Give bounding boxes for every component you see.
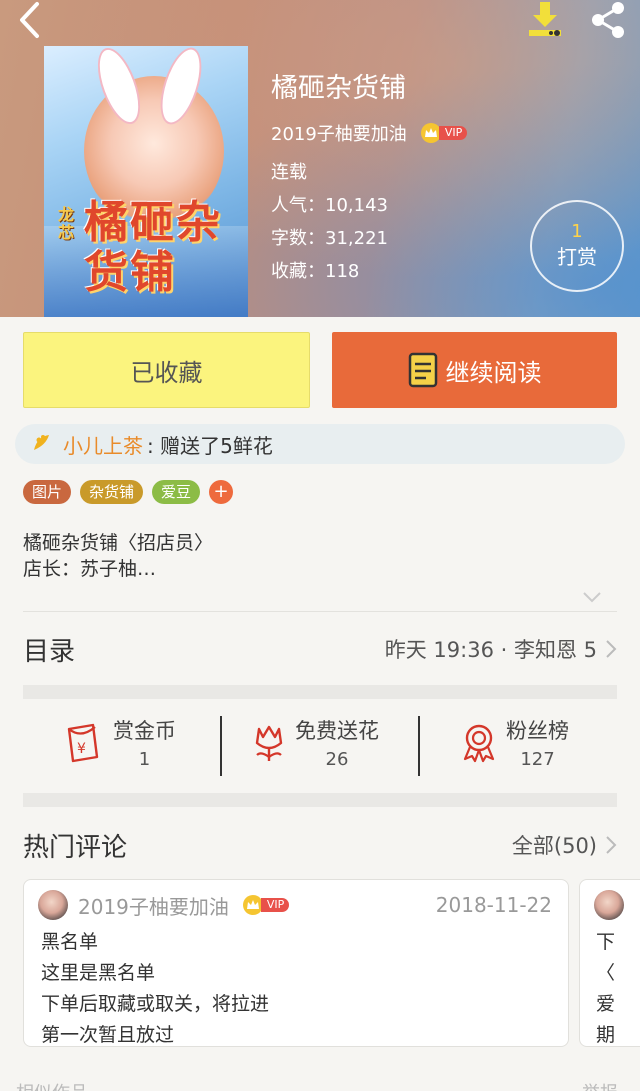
all-comments-label: 全部(50) <box>511 834 597 858</box>
coin-reward-stat[interactable]: ¥ 赏金币 1 <box>63 712 176 778</box>
book-cover[interactable]: 龙芯 橘砸杂货铺 <box>44 46 248 317</box>
gift-message: : 赠送了5鲜花 <box>147 433 273 458</box>
book-title: 橘砸杂货铺 <box>271 73 406 104</box>
stat-separator <box>418 716 420 776</box>
description-line: 店长：苏子柚… <box>23 558 157 580</box>
stat-separator <box>220 716 222 776</box>
tag-list: 图片 杂货铺 爱豆 + <box>23 480 234 504</box>
crown-icon <box>242 895 263 915</box>
download-icon <box>525 0 565 44</box>
stat-value: 26 <box>325 749 349 770</box>
comment-line: 期 <box>596 1024 616 1046</box>
gift-icon <box>31 431 53 458</box>
continue-reading-label: 继续阅读 <box>445 358 542 387</box>
all-comments-link[interactable]: 全部(50) <box>512 830 617 860</box>
book-info: 橘砸杂货铺 2019子柚要加油 VIP 连载 人气：10,143 字数：31,2… <box>271 70 468 288</box>
author-name[interactable]: 2019子柚要加油 <box>271 120 407 146</box>
share-icon <box>588 0 628 44</box>
gift-giver[interactable]: 小儿上茶 <box>63 430 143 459</box>
hot-comments-title: 热门评论 <box>23 832 128 863</box>
comment-line: 爱 <box>596 993 616 1015</box>
continue-reading-button[interactable]: 继续阅读 <box>332 332 617 408</box>
latest-chapter: 昨天 19:36 · 李知恩 5 <box>385 634 617 664</box>
chevron-right-icon <box>605 835 617 855</box>
comment-body: 黑名单 这里是黑名单 下单后取藏或取关，将拉进 第一次暂且放过 <box>41 927 270 1046</box>
tag-item[interactable]: 爱豆 <box>152 480 201 504</box>
comment-line: 下单后取藏或取关，将拉进 <box>41 993 270 1015</box>
author-row[interactable]: 2019子柚要加油 VIP <box>271 120 468 146</box>
catalog-title: 目录 <box>23 636 76 667</box>
chevron-right-icon <box>605 639 617 659</box>
action-buttons: 已收藏 继续阅读 <box>23 332 617 408</box>
avatar[interactable] <box>38 890 68 920</box>
vip-label: VIP <box>260 898 290 912</box>
collect-button[interactable]: 已收藏 <box>23 332 310 408</box>
download-button[interactable] <box>522 0 568 44</box>
comment-card[interactable]: 2019子柚要加油 VIP 2018-11-22 黑名单 这里是黑名单 下单后取… <box>23 879 569 1047</box>
divider <box>23 611 617 612</box>
comment-username[interactable]: 2019子柚要加油 <box>78 891 229 920</box>
stat-value: 1 <box>138 749 151 770</box>
description-line: 橘砸杂货铺〈招店员〉 <box>23 532 214 554</box>
book-icon <box>408 352 438 388</box>
book-favorites: 收藏：118 <box>271 261 360 282</box>
section-separator <box>23 685 617 699</box>
comment-header <box>594 890 624 920</box>
comment-body: 下 〈 爱 期 <box>596 927 616 1046</box>
tag-item[interactable]: 杂货铺 <box>80 480 144 504</box>
vip-badge: VIP <box>420 123 468 143</box>
comment-line: 这里是黑名单 <box>41 962 156 984</box>
comment-line: 黑名单 <box>41 931 99 953</box>
cover-tag: 龙芯 <box>58 205 75 242</box>
stat-value: 127 <box>520 749 555 770</box>
share-button[interactable] <box>584 0 632 44</box>
vip-label: VIP <box>438 126 468 140</box>
flower-icon <box>251 723 287 767</box>
cover-title-art: 橘砸杂货铺 <box>84 197 222 298</box>
report-link[interactable]: 举报 <box>582 1079 618 1091</box>
medal-icon <box>460 723 498 767</box>
add-tag-button[interactable]: + <box>209 480 234 504</box>
avatar[interactable] <box>594 890 624 920</box>
stat-name: 粉丝榜 <box>506 719 569 743</box>
comment-card[interactable]: 下 〈 爱 期 <box>579 879 640 1047</box>
tag-item[interactable]: 图片 <box>23 480 72 504</box>
fan-rank-stat[interactable]: 粉丝榜 127 <box>460 712 569 778</box>
send-flower-stat[interactable]: 免费送花 26 <box>251 712 379 778</box>
book-popularity: 人气：10,143 <box>271 195 388 216</box>
comment-line: 第一次暂且放过 <box>41 1024 175 1046</box>
comment-date: 2018-11-22 <box>435 893 552 917</box>
gift-notice[interactable]: 小儿上茶 : 赠送了5鲜花 <box>15 424 625 464</box>
comment-line: 下 <box>596 931 616 953</box>
book-description[interactable]: 橘砸杂货铺〈招店员〉 店长：苏子柚… <box>23 530 213 582</box>
back-button[interactable] <box>10 2 50 42</box>
comment-line: 〈 <box>596 962 616 984</box>
section-separator <box>23 793 617 807</box>
book-status: 连载 <box>271 162 307 183</box>
reward-label: 打赏 <box>557 245 597 269</box>
stats-row: ¥ 赏金币 1 免费送花 26 粉丝榜 127 <box>23 712 617 778</box>
collect-label: 已收藏 <box>130 358 203 387</box>
svg-text:¥: ¥ <box>77 741 86 757</box>
chevron-down-icon[interactable] <box>582 588 602 607</box>
similar-works-title: 相似作品 <box>16 1079 88 1091</box>
comment-header: 2019子柚要加油 VIP <box>38 890 290 920</box>
vip-badge: VIP <box>242 895 290 915</box>
crown-icon <box>420 123 441 143</box>
reward-count: 1 <box>571 221 583 242</box>
stat-name: 赏金币 <box>113 719 176 743</box>
hot-comments-header: 热门评论 全部(50) <box>23 822 617 868</box>
reward-button[interactable]: 1 打赏 <box>530 200 624 292</box>
latest-chapter-text: 昨天 19:36 · 李知恩 5 <box>384 638 597 662</box>
back-arrow-icon <box>17 1 43 43</box>
catalog-row[interactable]: 目录 昨天 19:36 · 李知恩 5 <box>23 626 617 672</box>
red-envelope-icon: ¥ <box>63 723 105 767</box>
stat-name: 免费送花 <box>295 719 379 743</box>
book-word-count: 字数：31,221 <box>271 228 388 249</box>
